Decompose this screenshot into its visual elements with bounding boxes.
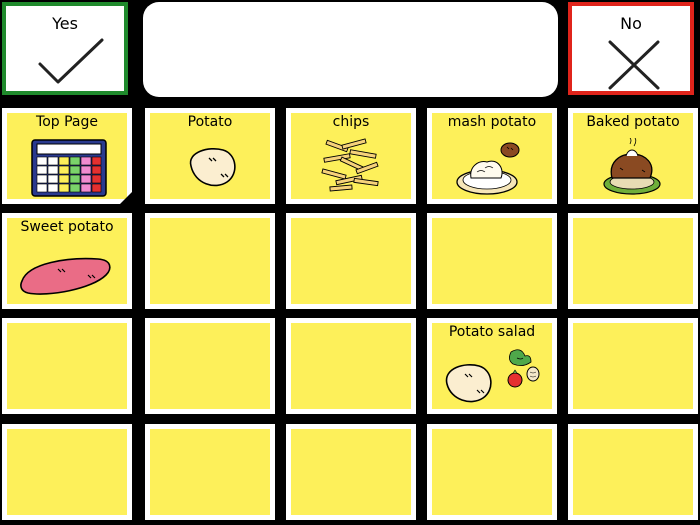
- cell-label: Potato salad: [448, 324, 536, 340]
- sweet-potato-icon: [20, 257, 111, 295]
- cell-label: chips: [332, 114, 370, 130]
- cell-background: [573, 218, 693, 304]
- no-button[interactable]: No: [568, 2, 694, 95]
- no-label: No: [620, 14, 642, 33]
- baked-potato-icon: [603, 138, 661, 195]
- message-bar[interactable]: [143, 2, 558, 97]
- empty-cell[interactable]: [2, 318, 132, 414]
- cell-background: [291, 429, 411, 515]
- empty-cell[interactable]: [145, 213, 275, 309]
- yes-button[interactable]: Yes: [2, 2, 128, 95]
- mash-potato-cell[interactable]: mash potato: [427, 108, 557, 204]
- empty-cell[interactable]: [568, 213, 698, 309]
- potato-salad-cell[interactable]: Potato salad: [427, 318, 557, 414]
- cell-label: mash potato: [447, 114, 537, 130]
- empty-cell[interactable]: [145, 424, 275, 520]
- cell-background: [7, 323, 127, 409]
- empty-cell[interactable]: [286, 318, 416, 414]
- baked-potato-cell[interactable]: Baked potato: [568, 108, 698, 204]
- potato-salad-icon: [445, 349, 540, 403]
- cell-label: Top Page: [36, 114, 98, 130]
- chips-cell[interactable]: chips: [286, 108, 416, 204]
- cell-background: [291, 323, 411, 409]
- cell-background: [573, 323, 693, 409]
- empty-cell[interactable]: [427, 213, 557, 309]
- cell-background: [291, 218, 411, 304]
- top-page-cell[interactable]: Top Page: [2, 108, 133, 205]
- empty-cell[interactable]: [568, 318, 698, 414]
- potato-cell[interactable]: Potato: [145, 108, 275, 204]
- empty-cell[interactable]: [2, 424, 132, 520]
- cell-background: [432, 429, 552, 515]
- checkmark-icon: [38, 38, 104, 84]
- empty-cell[interactable]: [286, 213, 416, 309]
- yes-label: Yes: [52, 14, 78, 33]
- cell-background: [150, 323, 270, 409]
- potato-icon: [189, 148, 236, 187]
- cell-background: [432, 218, 552, 304]
- empty-cell[interactable]: [145, 318, 275, 414]
- cell-label: Baked potato: [586, 114, 680, 130]
- empty-cell[interactable]: [427, 424, 557, 520]
- page-fold-corner: [119, 191, 133, 205]
- cell-label: Potato: [187, 114, 233, 130]
- sweet-potato-cell[interactable]: Sweet potato: [2, 213, 132, 309]
- grid-board-icon: [31, 139, 107, 197]
- cross-icon: [608, 40, 660, 90]
- cell-background: [573, 429, 693, 515]
- empty-cell[interactable]: [568, 424, 698, 520]
- cell-background: [150, 429, 270, 515]
- empty-cell[interactable]: [286, 424, 416, 520]
- chips-icon: [321, 138, 379, 192]
- cell-label: Sweet potato: [20, 219, 114, 235]
- cell-background: [7, 429, 127, 515]
- mash-potato-icon: [456, 142, 520, 195]
- cell-background: [150, 218, 270, 304]
